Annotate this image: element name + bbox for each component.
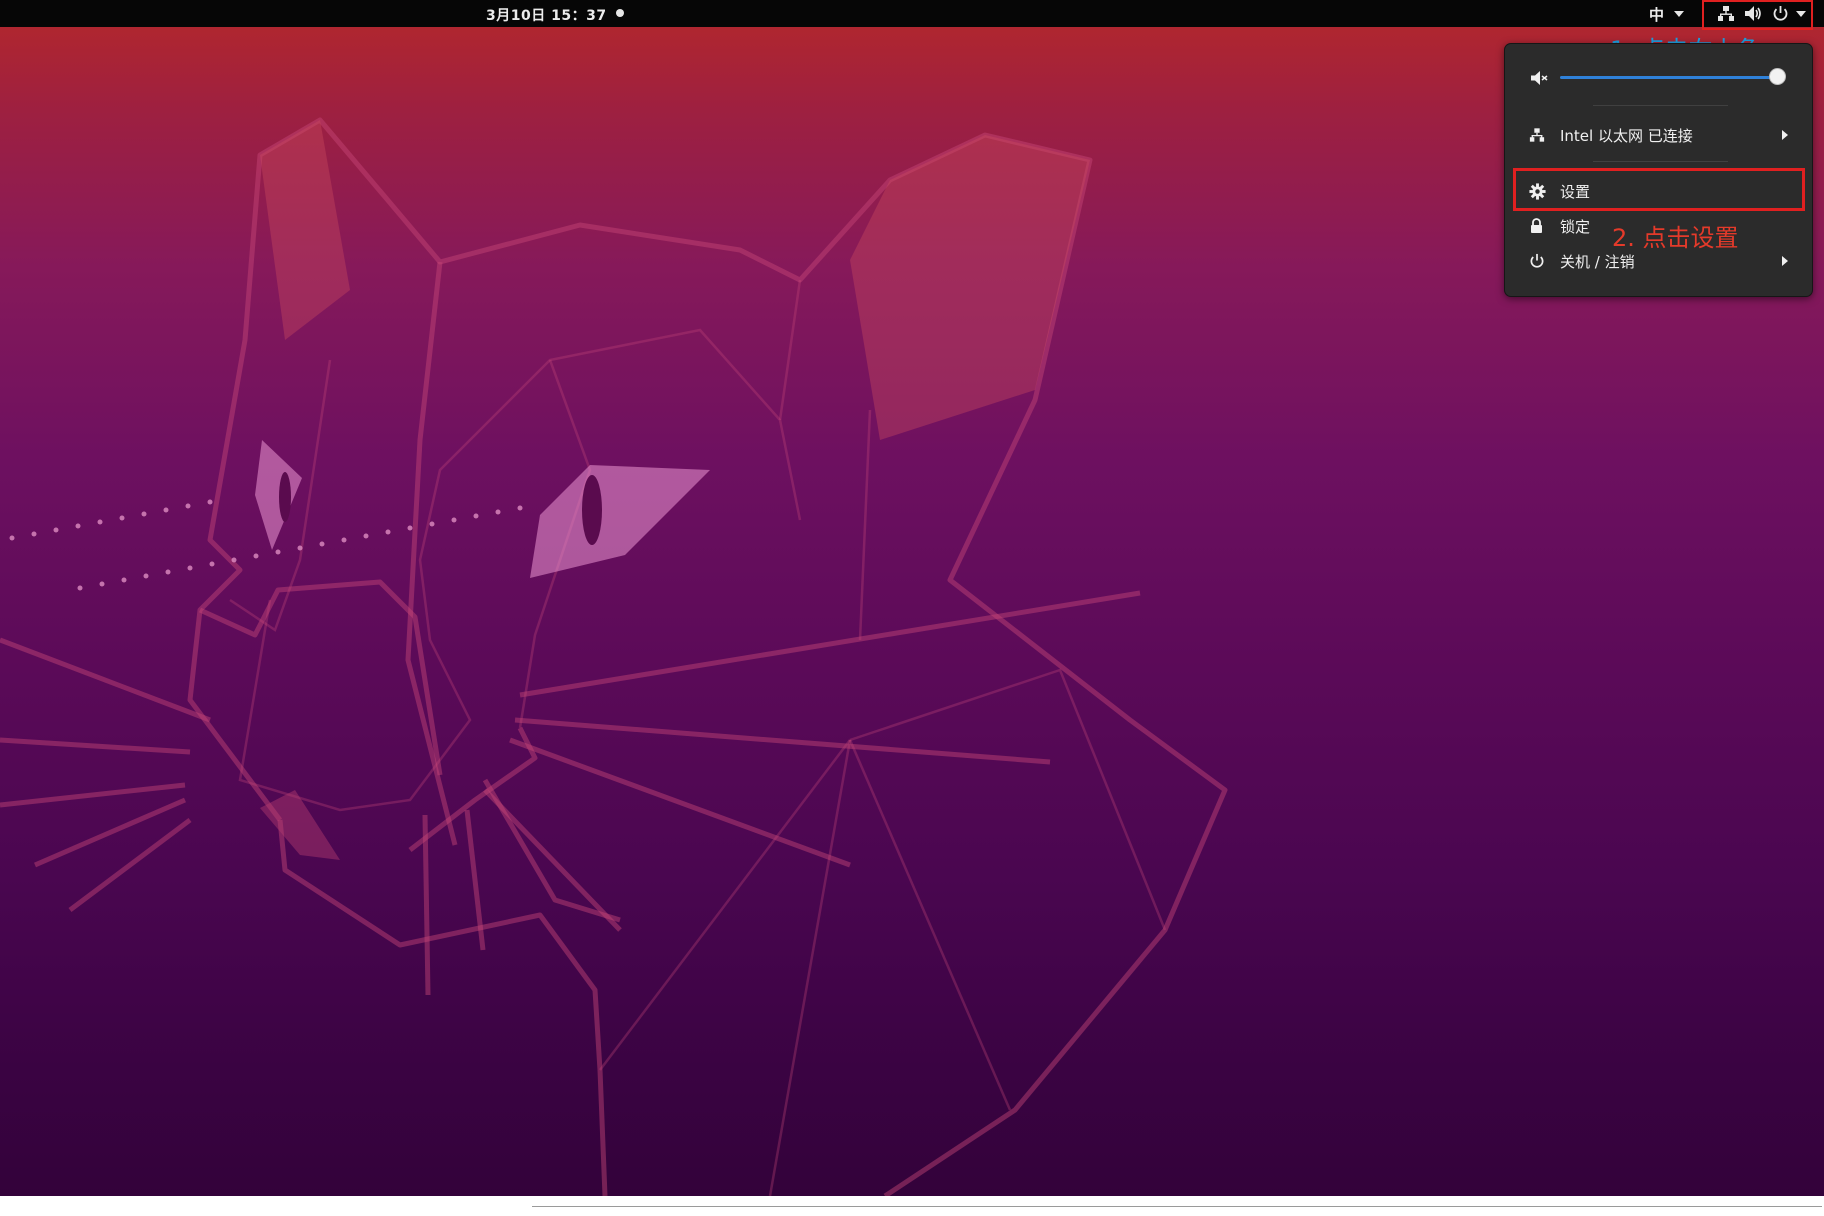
clock-label[interactable]: 3月10日 15：37: [486, 5, 607, 25]
annotation-box-settings: [1513, 168, 1805, 211]
input-method-chevron-down-icon[interactable]: [1674, 11, 1684, 17]
chevron-right-icon: [1782, 130, 1788, 140]
input-method-indicator[interactable]: 中: [1649, 4, 1664, 25]
power-icon: [1530, 253, 1544, 268]
annotation-step-2: 2. 点击设置: [1612, 224, 1739, 252]
volume-slider[interactable]: [1560, 76, 1778, 79]
lock-icon: [1531, 218, 1542, 233]
network-wired-icon: [1529, 128, 1545, 142]
annotation-box-top-right: [1702, 0, 1813, 30]
network-label: Intel 以太网 已连接: [1560, 127, 1693, 145]
volume-muted-icon[interactable]: [1530, 69, 1548, 87]
menu-separator: [1593, 161, 1728, 162]
chevron-right-icon: [1782, 256, 1788, 266]
menu-separator: [1593, 105, 1728, 106]
bottom-divider: [532, 1206, 1822, 1207]
top-panel: 3月10日 15：37 中: [0, 0, 1824, 27]
menu-item-network[interactable]: Intel 以太网 已连接: [1505, 120, 1812, 150]
lock-label: 锁定: [1560, 218, 1591, 236]
notification-dot: [616, 9, 624, 17]
volume-slider-handle[interactable]: [1769, 68, 1786, 85]
power-label: 关机 / 注销: [1560, 253, 1635, 271]
